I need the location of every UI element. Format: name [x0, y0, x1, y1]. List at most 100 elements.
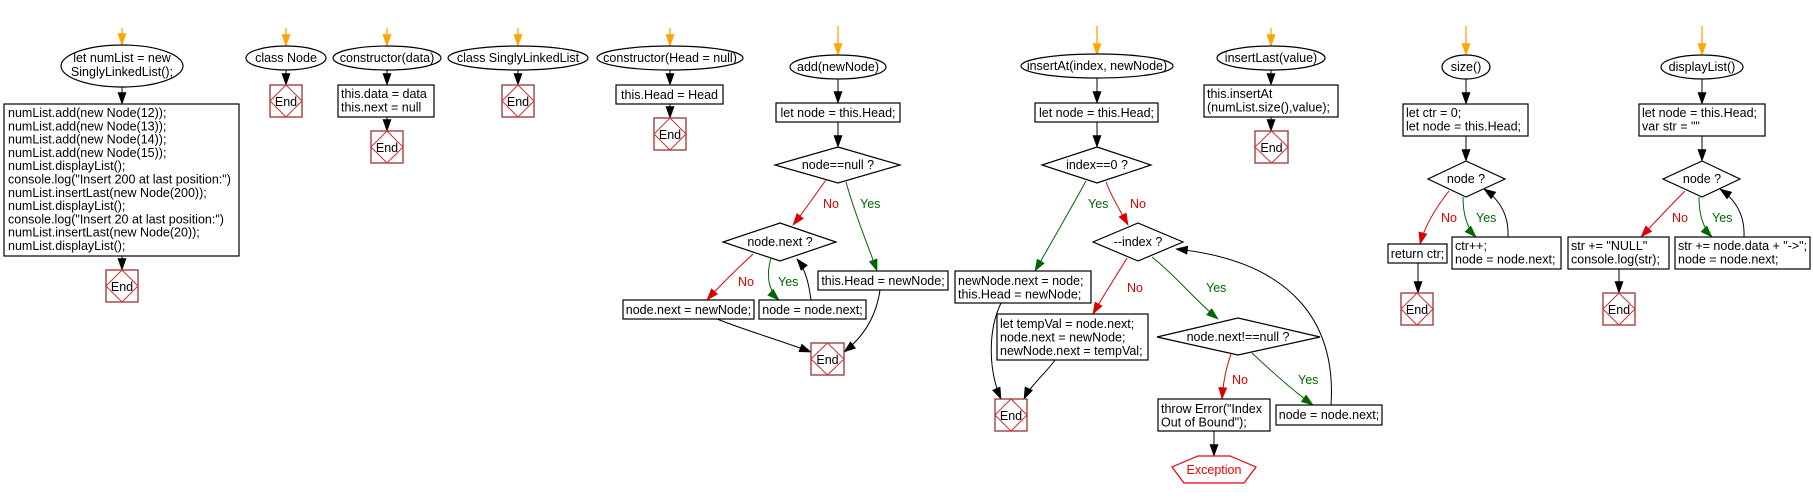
code-line: console.log(str); [1571, 253, 1660, 267]
yes-label: Yes [1298, 373, 1318, 387]
end-terminal: End [105, 269, 139, 303]
start-label: class Node [255, 51, 317, 65]
end-label: End [1406, 303, 1428, 317]
flow-list-constructor: constructor(Head = null) this.Head = Hea… [596, 28, 744, 151]
code-line: numList.add(new Node(15)); [8, 146, 166, 160]
decision-label: node ? [1447, 172, 1485, 186]
code-line: this.Head = newNode; [821, 274, 944, 288]
code-line: this.Head = newNode; [958, 288, 1081, 302]
end-terminal: End [370, 130, 404, 164]
exception-label: Exception [1187, 463, 1242, 477]
start-label: constructor(Head = null) [603, 51, 737, 65]
yes-label: Yes [1088, 197, 1108, 211]
yes-label: Yes [1476, 211, 1496, 225]
end-terminal: End [1254, 130, 1289, 164]
end-label: End [816, 353, 838, 367]
start-label: insertAt(index, newNode) [1027, 59, 1167, 73]
flowchart-canvas: let numList = new SinglyLinkedList(); nu… [3, 26, 1811, 484]
code-line: (numList.size(),value); [1207, 101, 1330, 115]
start-label: add(newNode) [797, 60, 879, 74]
code-line: numList.displayList(); [8, 159, 125, 173]
code-line: let node = this.Head; [1642, 106, 1757, 120]
code-line: numList.displayList(); [8, 239, 125, 253]
flow-size: size() let ctr = 0; let node = this.Head… [1387, 26, 1562, 326]
start-label: size() [1451, 60, 1482, 74]
end-label: End [1260, 141, 1282, 155]
flow-add: add(newNode) let node = this.Head; node=… [622, 26, 949, 376]
decision-label: node ? [1683, 172, 1721, 186]
code-line: this.Head = Head [621, 88, 718, 102]
end-label: End [659, 128, 681, 142]
end-terminal: End [269, 84, 303, 118]
no-branch-edge [1218, 353, 1232, 400]
code-line: this.insertAt [1207, 87, 1273, 101]
no-branch-edge [792, 179, 827, 226]
no-branch-edge [1092, 257, 1128, 315]
code-line: let tempVal = node.next; [1000, 317, 1134, 331]
yes-branch-edge [1034, 180, 1087, 272]
start-label: displayList() [1669, 60, 1736, 74]
exception-terminal: Exception [1171, 455, 1257, 484]
decision-label: node==null ? [802, 158, 874, 172]
flow-insert-last: insertLast(value) this.insertAt (numList… [1203, 28, 1339, 164]
no-label: No [1672, 211, 1688, 225]
end-terminal: End [653, 117, 687, 151]
decision-label: node.next ? [747, 235, 812, 249]
yes-branch-edge [1698, 196, 1713, 238]
end-label: End [1608, 303, 1630, 317]
flow-class-singly-linked-list: class SinglyLinkedList End [447, 28, 589, 118]
decision-label: --index ? [1114, 235, 1163, 249]
code-line: this.next = null [341, 101, 421, 115]
code-line: let node = this.Head; [1039, 106, 1154, 120]
code-line: let node = this.Head; [780, 106, 895, 120]
no-label: No [1127, 281, 1143, 295]
code-line: let node = this.Head; [1406, 120, 1521, 134]
end-terminal: End [1602, 292, 1636, 326]
end-terminal: End [810, 342, 845, 376]
code-line: ctr++; [1455, 239, 1487, 253]
code-line: console.log("Insert 20 at last position:… [8, 212, 224, 226]
start-label: class SinglyLinkedList [457, 51, 580, 65]
code-line: throw Error("Index [1161, 402, 1263, 416]
end-terminal: End [1400, 292, 1434, 326]
code-line: newNode.next = node; [958, 274, 1083, 288]
code-line: this.data = data [341, 87, 427, 101]
end-label: End [376, 141, 398, 155]
code-line: numList.displayList(); [8, 199, 125, 213]
start-label: constructor(data) [340, 51, 434, 65]
yes-label: Yes [778, 275, 798, 289]
end-label: End [275, 95, 297, 109]
end-label: End [111, 280, 133, 294]
code-line: node = node.next; [762, 303, 862, 317]
no-label: No [1130, 197, 1146, 211]
end-terminal: End [994, 398, 1028, 432]
code-line: console.log("Insert 200 at last position… [8, 173, 231, 187]
code-line: return ctr; [1391, 247, 1445, 261]
code-line: numList.add(new Node(14)); [8, 133, 166, 147]
code-line: node = node.next; [1455, 253, 1555, 267]
start-label-line2: SinglyLinkedList(); [71, 65, 173, 79]
flow-arrow [716, 318, 812, 353]
end-label: End [507, 95, 529, 109]
flow-node-constructor: constructor(data) this.data = data this.… [332, 28, 442, 164]
code-line: Out of Bound"); [1161, 416, 1247, 430]
code-line: node = node.next; [1279, 408, 1379, 422]
code-line: numList.add(new Node(12)); [8, 106, 166, 120]
end-terminal: End [501, 84, 535, 118]
code-line: str += "NULL" [1571, 239, 1647, 253]
end-label: End [1000, 409, 1022, 423]
code-line: numList.add(new Node(13)); [8, 119, 166, 133]
code-line: newNode.next = tempVal; [1000, 344, 1143, 358]
code-line: str += node.data + "->"; [1678, 239, 1807, 253]
code-line: let ctr = 0; [1406, 106, 1461, 120]
code-line: node = node.next; [1678, 253, 1778, 267]
start-label-line1: let numList = new [73, 51, 172, 65]
start-label: insertLast(value) [1225, 51, 1317, 65]
no-label: No [1232, 373, 1248, 387]
code-line: numList.insertLast(new Node(200)); [8, 186, 207, 200]
yes-branch-edge [1462, 196, 1477, 238]
no-label: No [823, 197, 839, 211]
decision-label: node.next!==null ? [1187, 330, 1290, 344]
yes-label: Yes [1206, 281, 1226, 295]
yes-branch-edge [845, 181, 878, 272]
